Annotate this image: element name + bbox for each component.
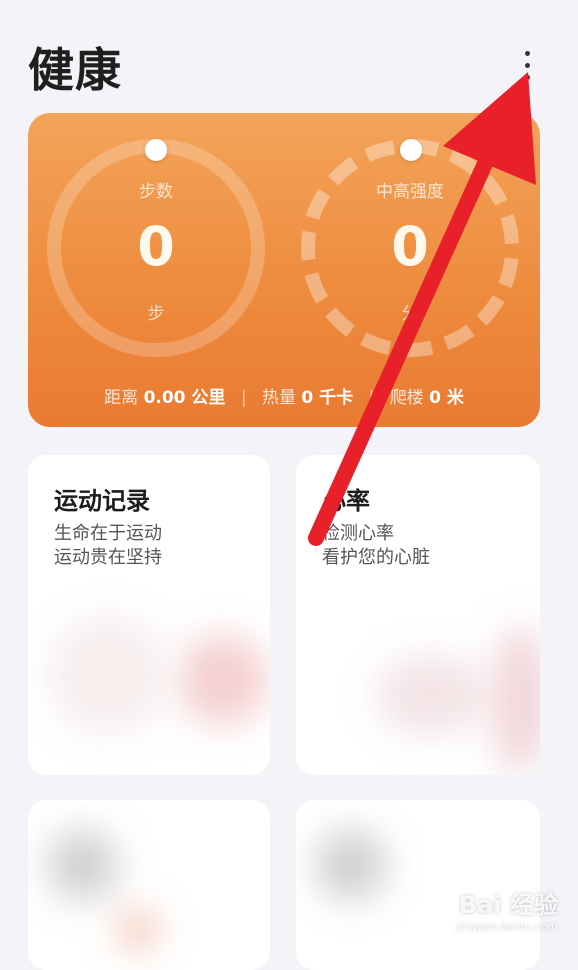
- exercise-illustration: [178, 635, 268, 725]
- exercise-record-line2: 运动贵在坚持: [54, 547, 162, 568]
- more-options-button[interactable]: [512, 40, 542, 90]
- steps-value: 0: [137, 215, 175, 278]
- steps-unit: 步: [147, 304, 165, 324]
- calories-value: 0 千卡: [301, 388, 354, 408]
- intensity-unit: 分: [401, 304, 419, 324]
- distance-label: 距离: [104, 388, 139, 408]
- more-icon-dot: [524, 62, 530, 68]
- stats-line: 距离 0.00 公里 | 热量 0 千卡 | 爬楼 0 米: [28, 383, 540, 408]
- watermark-sub: jingyan.baidu.com: [456, 920, 558, 933]
- exercise-illustration-bg: [48, 615, 168, 735]
- steps-label: 步数: [139, 182, 173, 202]
- feature-icon: [316, 830, 386, 900]
- exercise-record-title: 运动记录: [54, 487, 150, 515]
- exercise-record-line1: 生命在于运动: [54, 523, 162, 544]
- page-title: 健康: [28, 43, 122, 97]
- activity-summary-card[interactable]: 步数 0 步 中高强度 0 分 距离 0.00 公里 | 热量 0 千卡 | 爬…: [28, 113, 540, 427]
- climb-value: 0 米: [429, 388, 464, 408]
- heart-illustration: [376, 655, 486, 735]
- heart-illustration-edge: [491, 625, 540, 775]
- more-icon-dot: [524, 74, 530, 80]
- watermark: Bai 经验 jingyan.baidu.com: [456, 885, 558, 933]
- heart-rate-line1: 检测心率: [322, 523, 394, 544]
- calories-label: 热量: [261, 388, 296, 408]
- distance-value: 0.00 公里: [143, 388, 226, 408]
- feature-illustration: [118, 910, 158, 950]
- heart-rate-tile[interactable]: 心率 检测心率 看护您的心脏: [296, 455, 540, 775]
- divider: |: [240, 388, 247, 408]
- divider: |: [368, 388, 375, 408]
- more-icon: [524, 50, 530, 56]
- watermark-main: Bai 经验: [458, 891, 558, 919]
- heart-rate-line2: 看护您的心脏: [322, 547, 430, 568]
- heart-rate-title: 心率: [322, 487, 370, 515]
- feature-tile-lower-left[interactable]: [28, 800, 270, 970]
- feature-icon: [48, 830, 118, 900]
- intensity-ring-knob: [400, 139, 422, 161]
- steps-ring-knob: [145, 139, 167, 161]
- exercise-record-tile[interactable]: 运动记录 生命在于运动 运动贵在坚持: [28, 455, 270, 775]
- intensity-value: 0: [391, 215, 429, 278]
- climb-label: 爬楼: [389, 388, 424, 408]
- intensity-label: 中高强度: [376, 182, 444, 202]
